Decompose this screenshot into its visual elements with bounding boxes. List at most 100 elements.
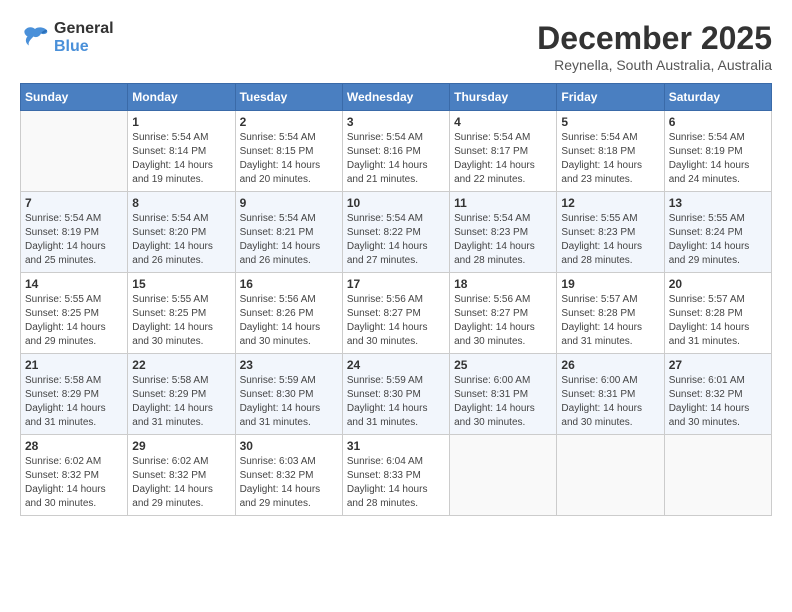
day-number: 4 bbox=[454, 115, 552, 129]
calendar-week-5: 28 Sunrise: 6:02 AMSunset: 8:32 PMDaylig… bbox=[21, 435, 772, 516]
day-info: Sunrise: 6:02 AMSunset: 8:32 PMDaylight:… bbox=[132, 455, 230, 511]
calendar-week-4: 21 Sunrise: 5:58 AMSunset: 8:29 PMDaylig… bbox=[21, 354, 772, 435]
day-info: Sunrise: 5:58 AMSunset: 8:29 PMDaylight:… bbox=[132, 374, 230, 430]
day-number: 8 bbox=[132, 196, 230, 210]
calendar-day: 31 Sunrise: 6:04 AMSunset: 8:33 PMDaylig… bbox=[342, 435, 449, 516]
day-info: Sunrise: 5:56 AMSunset: 8:27 PMDaylight:… bbox=[347, 293, 445, 349]
calendar-day: 24 Sunrise: 5:59 AMSunset: 8:30 PMDaylig… bbox=[342, 354, 449, 435]
day-number: 9 bbox=[240, 196, 338, 210]
title-block: December 2025 Reynella, South Australia,… bbox=[537, 20, 772, 73]
weekday-header-monday: Monday bbox=[128, 84, 235, 111]
day-number: 29 bbox=[132, 439, 230, 453]
calendar-day bbox=[21, 111, 128, 192]
calendar-day bbox=[450, 435, 557, 516]
day-number: 24 bbox=[347, 358, 445, 372]
calendar-header: SundayMondayTuesdayWednesdayThursdayFrid… bbox=[21, 84, 772, 111]
calendar-day: 25 Sunrise: 6:00 AMSunset: 8:31 PMDaylig… bbox=[450, 354, 557, 435]
calendar-day: 14 Sunrise: 5:55 AMSunset: 8:25 PMDaylig… bbox=[21, 273, 128, 354]
logo-icon bbox=[20, 23, 50, 53]
day-info: Sunrise: 5:54 AMSunset: 8:19 PMDaylight:… bbox=[669, 131, 767, 187]
day-info: Sunrise: 5:56 AMSunset: 8:26 PMDaylight:… bbox=[240, 293, 338, 349]
day-info: Sunrise: 5:55 AMSunset: 8:25 PMDaylight:… bbox=[25, 293, 123, 349]
day-number: 7 bbox=[25, 196, 123, 210]
calendar-day: 3 Sunrise: 5:54 AMSunset: 8:16 PMDayligh… bbox=[342, 111, 449, 192]
day-info: Sunrise: 6:04 AMSunset: 8:33 PMDaylight:… bbox=[347, 455, 445, 511]
day-info: Sunrise: 5:59 AMSunset: 8:30 PMDaylight:… bbox=[347, 374, 445, 430]
calendar-day: 29 Sunrise: 6:02 AMSunset: 8:32 PMDaylig… bbox=[128, 435, 235, 516]
day-info: Sunrise: 5:54 AMSunset: 8:16 PMDaylight:… bbox=[347, 131, 445, 187]
day-number: 28 bbox=[25, 439, 123, 453]
logo-text: General Blue bbox=[54, 20, 114, 55]
day-info: Sunrise: 5:55 AMSunset: 8:23 PMDaylight:… bbox=[561, 212, 659, 268]
day-info: Sunrise: 5:57 AMSunset: 8:28 PMDaylight:… bbox=[561, 293, 659, 349]
day-info: Sunrise: 6:00 AMSunset: 8:31 PMDaylight:… bbox=[454, 374, 552, 430]
weekday-header-saturday: Saturday bbox=[664, 84, 771, 111]
day-info: Sunrise: 5:54 AMSunset: 8:23 PMDaylight:… bbox=[454, 212, 552, 268]
day-info: Sunrise: 5:54 AMSunset: 8:20 PMDaylight:… bbox=[132, 212, 230, 268]
day-info: Sunrise: 5:54 AMSunset: 8:19 PMDaylight:… bbox=[25, 212, 123, 268]
month-title: December 2025 bbox=[537, 20, 772, 57]
day-number: 20 bbox=[669, 277, 767, 291]
calendar-day: 4 Sunrise: 5:54 AMSunset: 8:17 PMDayligh… bbox=[450, 111, 557, 192]
calendar-day: 18 Sunrise: 5:56 AMSunset: 8:27 PMDaylig… bbox=[450, 273, 557, 354]
calendar-day bbox=[557, 435, 664, 516]
page-header: General Blue December 2025 Reynella, Sou… bbox=[20, 20, 772, 73]
day-number: 3 bbox=[347, 115, 445, 129]
day-info: Sunrise: 5:58 AMSunset: 8:29 PMDaylight:… bbox=[25, 374, 123, 430]
day-number: 17 bbox=[347, 277, 445, 291]
day-info: Sunrise: 5:56 AMSunset: 8:27 PMDaylight:… bbox=[454, 293, 552, 349]
day-number: 30 bbox=[240, 439, 338, 453]
day-number: 2 bbox=[240, 115, 338, 129]
day-number: 11 bbox=[454, 196, 552, 210]
day-number: 13 bbox=[669, 196, 767, 210]
calendar-day: 10 Sunrise: 5:54 AMSunset: 8:22 PMDaylig… bbox=[342, 192, 449, 273]
weekday-header-thursday: Thursday bbox=[450, 84, 557, 111]
calendar-day: 26 Sunrise: 6:00 AMSunset: 8:31 PMDaylig… bbox=[557, 354, 664, 435]
day-info: Sunrise: 5:55 AMSunset: 8:24 PMDaylight:… bbox=[669, 212, 767, 268]
calendar-day: 20 Sunrise: 5:57 AMSunset: 8:28 PMDaylig… bbox=[664, 273, 771, 354]
day-number: 1 bbox=[132, 115, 230, 129]
day-number: 6 bbox=[669, 115, 767, 129]
day-number: 12 bbox=[561, 196, 659, 210]
calendar-day: 30 Sunrise: 6:03 AMSunset: 8:32 PMDaylig… bbox=[235, 435, 342, 516]
day-number: 26 bbox=[561, 358, 659, 372]
day-info: Sunrise: 5:59 AMSunset: 8:30 PMDaylight:… bbox=[240, 374, 338, 430]
day-number: 27 bbox=[669, 358, 767, 372]
day-number: 15 bbox=[132, 277, 230, 291]
day-number: 19 bbox=[561, 277, 659, 291]
calendar-day: 7 Sunrise: 5:54 AMSunset: 8:19 PMDayligh… bbox=[21, 192, 128, 273]
calendar-day: 22 Sunrise: 5:58 AMSunset: 8:29 PMDaylig… bbox=[128, 354, 235, 435]
calendar-day: 12 Sunrise: 5:55 AMSunset: 8:23 PMDaylig… bbox=[557, 192, 664, 273]
calendar-week-2: 7 Sunrise: 5:54 AMSunset: 8:19 PMDayligh… bbox=[21, 192, 772, 273]
day-number: 25 bbox=[454, 358, 552, 372]
calendar-day: 9 Sunrise: 5:54 AMSunset: 8:21 PMDayligh… bbox=[235, 192, 342, 273]
calendar-week-3: 14 Sunrise: 5:55 AMSunset: 8:25 PMDaylig… bbox=[21, 273, 772, 354]
day-info: Sunrise: 5:55 AMSunset: 8:25 PMDaylight:… bbox=[132, 293, 230, 349]
calendar-day: 23 Sunrise: 5:59 AMSunset: 8:30 PMDaylig… bbox=[235, 354, 342, 435]
calendar-day: 11 Sunrise: 5:54 AMSunset: 8:23 PMDaylig… bbox=[450, 192, 557, 273]
day-info: Sunrise: 6:00 AMSunset: 8:31 PMDaylight:… bbox=[561, 374, 659, 430]
calendar-day: 8 Sunrise: 5:54 AMSunset: 8:20 PMDayligh… bbox=[128, 192, 235, 273]
calendar-day: 2 Sunrise: 5:54 AMSunset: 8:15 PMDayligh… bbox=[235, 111, 342, 192]
day-number: 18 bbox=[454, 277, 552, 291]
calendar-day bbox=[664, 435, 771, 516]
day-number: 14 bbox=[25, 277, 123, 291]
location: Reynella, South Australia, Australia bbox=[537, 57, 772, 73]
calendar-body: 1 Sunrise: 5:54 AMSunset: 8:14 PMDayligh… bbox=[21, 111, 772, 516]
calendar-day: 19 Sunrise: 5:57 AMSunset: 8:28 PMDaylig… bbox=[557, 273, 664, 354]
weekday-header-wednesday: Wednesday bbox=[342, 84, 449, 111]
day-number: 5 bbox=[561, 115, 659, 129]
calendar-day: 27 Sunrise: 6:01 AMSunset: 8:32 PMDaylig… bbox=[664, 354, 771, 435]
day-info: Sunrise: 5:54 AMSunset: 8:17 PMDaylight:… bbox=[454, 131, 552, 187]
weekday-header-row: SundayMondayTuesdayWednesdayThursdayFrid… bbox=[21, 84, 772, 111]
calendar-day: 13 Sunrise: 5:55 AMSunset: 8:24 PMDaylig… bbox=[664, 192, 771, 273]
weekday-header-tuesday: Tuesday bbox=[235, 84, 342, 111]
calendar-day: 1 Sunrise: 5:54 AMSunset: 8:14 PMDayligh… bbox=[128, 111, 235, 192]
calendar-day: 5 Sunrise: 5:54 AMSunset: 8:18 PMDayligh… bbox=[557, 111, 664, 192]
day-number: 23 bbox=[240, 358, 338, 372]
day-info: Sunrise: 5:54 AMSunset: 8:18 PMDaylight:… bbox=[561, 131, 659, 187]
weekday-header-friday: Friday bbox=[557, 84, 664, 111]
calendar-day: 16 Sunrise: 5:56 AMSunset: 8:26 PMDaylig… bbox=[235, 273, 342, 354]
day-info: Sunrise: 5:57 AMSunset: 8:28 PMDaylight:… bbox=[669, 293, 767, 349]
calendar-day: 15 Sunrise: 5:55 AMSunset: 8:25 PMDaylig… bbox=[128, 273, 235, 354]
